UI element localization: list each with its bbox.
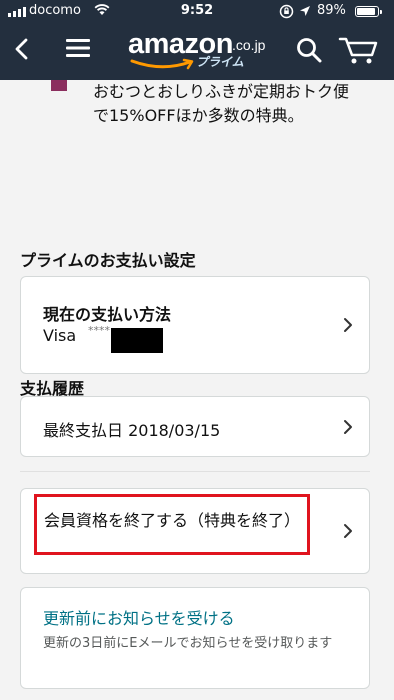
payment-method-title: 現在の支払い方法 (43, 305, 172, 324)
chevron-right-icon (344, 419, 352, 434)
status-bar: docomo 9:52 89% (0, 0, 394, 24)
renewal-notification-link[interactable]: 更新前にお知らせを受ける (43, 605, 235, 629)
amazon-prime-logo[interactable]: amazon .co.jp プライム (128, 28, 278, 73)
section-divider (20, 471, 370, 472)
payment-method-card[interactable]: 現在の支払い方法 Visa **** (20, 276, 370, 374)
chevron-right-icon (344, 318, 352, 332)
promo-text: おむつとおしりふきが定期おトク便で15%OFFほか多数の特典。 (93, 82, 350, 125)
rotation-lock-icon (279, 4, 294, 23)
search-icon[interactable] (296, 37, 322, 67)
last-payment-date: 最終支払日 2018/03/15 (43, 421, 221, 440)
logo-domain: .co.jp (232, 37, 266, 53)
highlight-annotation (34, 494, 310, 555)
back-icon[interactable] (14, 38, 28, 64)
promo-icon (51, 80, 67, 91)
redacted-card-number (111, 328, 163, 353)
renewal-notification-card: 更新前にお知らせを受ける 更新の3日前にEメールでお知らせを受け取ります (20, 587, 370, 689)
location-icon (299, 5, 311, 21)
cart-icon[interactable] (338, 35, 378, 69)
app-header: docomo 9:52 89% amazon .co.jp プライム (0, 0, 394, 80)
payment-history-card[interactable]: 最終支払日 2018/03/15 (20, 396, 370, 457)
menu-icon[interactable] (66, 38, 90, 62)
battery-icon (355, 6, 382, 17)
card-number-mask: **** (88, 324, 110, 337)
battery-percent: 89% (317, 3, 346, 18)
logo-smile-icon (130, 58, 194, 70)
card-brand: Visa (43, 326, 77, 345)
main-content: おむつとおしりふきが定期おトク便で15%OFFほか多数の特典。 プライムのお支払… (0, 80, 394, 700)
battery-fill (357, 8, 375, 15)
chevron-right-icon (344, 524, 352, 538)
logo-prime-label: プライム (196, 55, 244, 69)
end-membership-card[interactable]: 会員資格を終了する（特典を終了） (20, 488, 370, 574)
renewal-notification-description: 更新の3日前にEメールでお知らせを受け取ります (43, 636, 333, 651)
section-title-payment-settings: プライムのお支払い設定 (20, 251, 196, 270)
